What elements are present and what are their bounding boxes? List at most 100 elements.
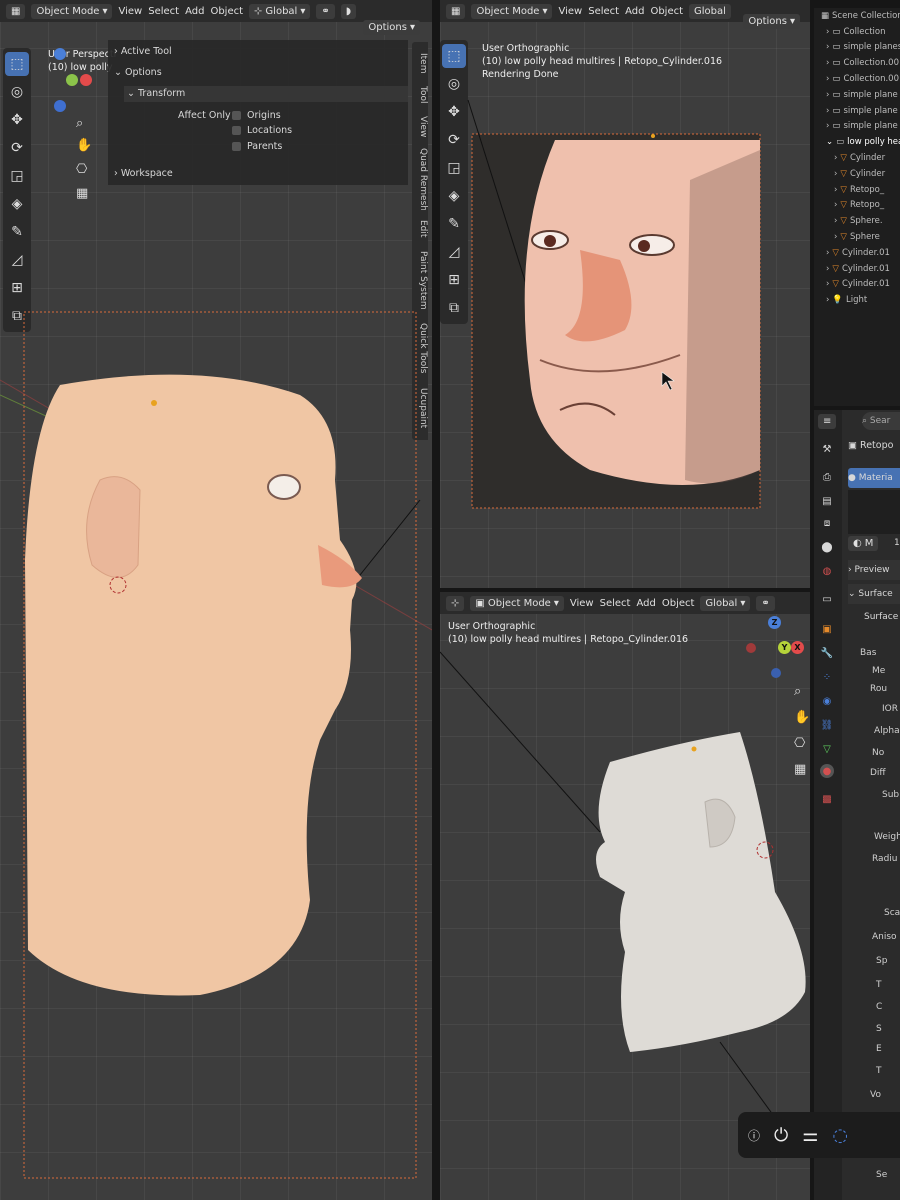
area-divider-vertical[interactable]: [432, 0, 440, 1200]
property-item[interactable]: Diff: [870, 768, 886, 778]
outliner-row[interactable]: › ▽ Retopo_: [818, 198, 900, 214]
disclosure-icon[interactable]: ›: [834, 232, 837, 242]
data-icon[interactable]: ▽: [820, 742, 834, 756]
disclosure-icon[interactable]: ›: [826, 42, 829, 52]
property-item[interactable]: C: [876, 1002, 882, 1012]
property-item[interactable]: T: [876, 980, 882, 990]
output-icon[interactable]: ▤: [820, 494, 834, 508]
info-icon[interactable]: ⓘ: [748, 1127, 760, 1144]
outliner-row[interactable]: › ▽ Sphere.: [818, 213, 900, 229]
disclosure-icon[interactable]: ›: [826, 279, 829, 289]
world-icon[interactable]: ◍: [820, 564, 834, 578]
material-icon[interactable]: ●: [820, 764, 834, 778]
property-item[interactable]: E: [876, 1044, 882, 1054]
spinner-icon[interactable]: ◌: [832, 1125, 848, 1146]
disclosure-icon[interactable]: ›: [826, 27, 829, 37]
outliner-row[interactable]: › ▽ Cylinder: [818, 150, 900, 166]
search-icon: ⌕: [862, 416, 868, 426]
editor-type-button[interactable]: ≡: [818, 414, 837, 429]
outliner-row[interactable]: › ▭ Collection.00: [818, 55, 900, 71]
outliner-row[interactable]: › ▭ Collection.00: [818, 71, 900, 87]
disclosure-icon[interactable]: ›: [826, 121, 829, 131]
disclosure-icon[interactable]: ⌄: [826, 137, 833, 147]
power-icon[interactable]: ⏻: [774, 1125, 788, 1146]
disclosure-icon[interactable]: ›: [834, 200, 837, 210]
outliner-row[interactable]: › ▭ simple plane: [818, 103, 900, 119]
disclosure-icon[interactable]: ›: [826, 248, 829, 258]
scene-icon[interactable]: ⬤: [820, 540, 834, 554]
mesh-icon: ▽: [840, 153, 847, 164]
property-item[interactable]: T: [876, 1066, 882, 1076]
mesh-icon: ▽: [832, 263, 839, 274]
head-side-model: [25, 374, 357, 996]
particles-icon[interactable]: ⁘: [820, 670, 834, 684]
property-item[interactable]: Se: [876, 1170, 887, 1180]
property-item[interactable]: Weigh: [874, 832, 900, 842]
property-item[interactable]: Vo: [870, 1090, 881, 1100]
outliner-row[interactable]: › ▽ Cylinder: [818, 166, 900, 182]
material-list[interactable]: [848, 490, 900, 534]
outliner-row[interactable]: › ▽ Cylinder.01: [818, 277, 900, 293]
disclosure-icon[interactable]: ›: [834, 169, 837, 179]
top-right-viewport[interactable]: ▦ Object Mode ▾ View Select Add Object Gl…: [440, 0, 814, 588]
disclosure-icon[interactable]: ›: [826, 58, 829, 68]
surface-panel-header[interactable]: ⌄ Surface: [848, 584, 900, 604]
left-viewport[interactable]: ▦ Object Mode ▾ View Select Add Object ⊹ G…: [0, 0, 432, 1200]
material-icon: ●: [848, 473, 856, 483]
collection-icon[interactable]: ▭: [820, 592, 834, 606]
property-item[interactable]: Aniso: [872, 932, 897, 942]
collection-icon: ▭: [832, 74, 841, 85]
bottom-right-viewport[interactable]: ⊹ ▣ Object Mode ▾ View Select Add Object G…: [440, 592, 814, 1200]
outliner-row[interactable]: › ▽ Cylinder.01: [818, 245, 900, 261]
property-item[interactable]: Radiu: [872, 854, 898, 864]
sliders-icon[interactable]: ⚌: [802, 1125, 818, 1146]
disclosure-icon[interactable]: ›: [826, 90, 829, 100]
property-item[interactable]: S: [876, 1024, 882, 1034]
outliner-row[interactable]: › ▽ Retopo_: [818, 182, 900, 198]
disclosure-icon[interactable]: ›: [826, 106, 829, 116]
physics-icon[interactable]: ◉: [820, 694, 834, 708]
disclosure-icon[interactable]: ›: [826, 74, 829, 84]
outliner-row[interactable]: ⌄ ▭ low polly hea: [818, 134, 900, 150]
origin-dot: [691, 746, 697, 752]
constraints-icon[interactable]: ⛓: [820, 718, 834, 732]
light-icon: 💡: [832, 295, 843, 306]
material-slot[interactable]: ● Materia: [848, 468, 900, 488]
property-item[interactable]: Sca: [884, 908, 900, 918]
collection-icon: ▦: [821, 10, 830, 21]
material-selector[interactable]: ◐ M: [848, 536, 879, 551]
property-item[interactable]: Me: [872, 666, 885, 676]
properties-icon: ≡: [823, 416, 832, 427]
disclosure-icon[interactable]: ›: [826, 264, 829, 274]
property-item[interactable]: No: [872, 748, 884, 758]
disclosure-icon[interactable]: ›: [834, 153, 837, 163]
right-eye: [629, 234, 675, 256]
property-item[interactable]: IOR: [882, 704, 898, 714]
outliner-row[interactable]: › ▽ Cylinder.01: [818, 261, 900, 277]
property-item[interactable]: Rou: [870, 684, 887, 694]
disclosure-icon[interactable]: ›: [826, 295, 829, 305]
disclosure-icon[interactable]: ›: [834, 185, 837, 195]
preview-panel[interactable]: › Preview: [848, 560, 900, 580]
property-item[interactable]: Sp: [876, 956, 887, 966]
outliner-row[interactable]: ▦ Scene Collection: [818, 8, 900, 24]
outliner-row[interactable]: › ▭ simple planes: [818, 40, 900, 56]
outliner-row[interactable]: › ▭ simple plane: [818, 87, 900, 103]
disclosure-icon[interactable]: ›: [834, 216, 837, 226]
outliner-row[interactable]: › ▭ simple plane: [818, 119, 900, 135]
modifier-icon[interactable]: 🔧: [820, 646, 834, 660]
property-item[interactable]: Sub: [882, 790, 899, 800]
outliner-row[interactable]: › ▭ Collection: [818, 24, 900, 40]
texture-icon[interactable]: ▩: [820, 792, 834, 806]
outliner-row[interactable]: › ▽ Sphere: [818, 229, 900, 245]
render-icon[interactable]: ⎙: [820, 470, 834, 484]
tool-icon[interactable]: ⚒: [820, 442, 834, 456]
outliner-row[interactable]: › 💡 Light: [818, 292, 900, 308]
property-item[interactable]: Bas: [860, 648, 876, 658]
property-item[interactable]: Alpha: [874, 726, 900, 736]
bottom-dock: ⓘ ⏻ ⚌ ◌: [738, 1112, 900, 1158]
mesh-icon: ▽: [840, 216, 847, 227]
view-layer-icon[interactable]: ⧈: [820, 516, 834, 530]
object-icon[interactable]: ▣: [820, 622, 834, 636]
search-field[interactable]: ⌕ Sear: [862, 412, 900, 430]
